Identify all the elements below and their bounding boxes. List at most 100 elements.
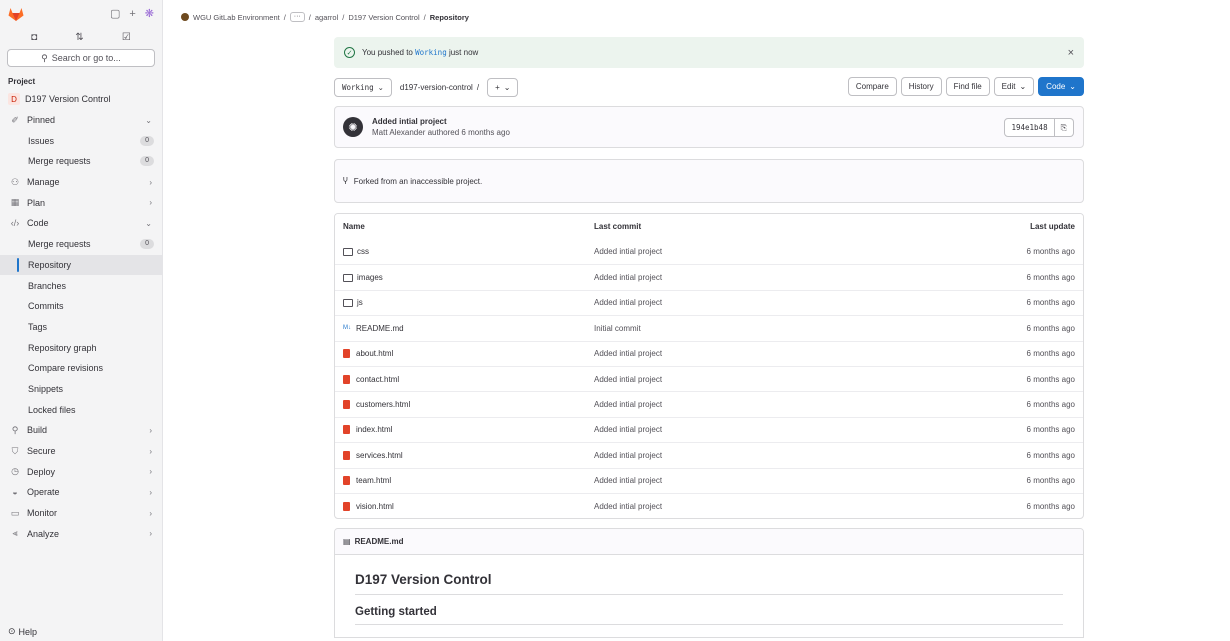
table-row[interactable]: services.html Added intial project 6 month… <box>335 442 1083 467</box>
table-row[interactable]: vision.html Added intial project 6 months … <box>335 492 1083 518</box>
sidebar-item-compare-revisions[interactable]: Compare revisions <box>0 358 162 379</box>
file-name[interactable]: services.html <box>356 451 403 460</box>
sidebar-item-issues[interactable]: Issues 0 <box>0 130 162 151</box>
compare-button[interactable]: Compare <box>847 77 897 96</box>
file-name[interactable]: README.md <box>356 324 404 333</box>
file-name-cell[interactable]: index.html <box>343 425 594 435</box>
alert-branch[interactable]: Working <box>415 48 447 57</box>
sidebar-item-deploy[interactable]: ◷ Deploy › <box>0 461 162 482</box>
file-name[interactable]: vision.html <box>356 502 394 511</box>
sidebar-item-operate[interactable]: ◒ Operate › <box>0 482 162 503</box>
table-row[interactable]: team.html Added intial project 6 months ag… <box>335 467 1083 493</box>
file-name-cell[interactable]: js <box>343 298 594 307</box>
last-commit-cell[interactable]: Added intial project <box>594 247 875 256</box>
table-row[interactable]: contact.html Added intial project 6 months… <box>335 365 1083 391</box>
merge-requests-icon[interactable]: ⇅ <box>75 32 83 43</box>
sidebar-project-link[interactable]: D D197 Version Control <box>0 89 162 110</box>
collapse-sidebar-icon[interactable]: ▢ <box>110 7 120 20</box>
table-row[interactable]: images Added intial project 6 months ago <box>335 264 1083 289</box>
file-name-cell[interactable]: about.html <box>343 349 594 359</box>
breadcrumb-project[interactable]: D197 Version Control <box>348 13 419 22</box>
file-name-cell[interactable]: M↓ README.md <box>343 324 594 333</box>
table-row[interactable]: css Added intial project 6 months ago <box>335 239 1083 264</box>
repo-path[interactable]: d197-version-control <box>400 83 473 92</box>
breadcrumb-user[interactable]: agarrol <box>315 13 338 22</box>
last-commit-cell[interactable]: Added intial project <box>594 375 875 384</box>
issues-icon[interactable]: ◘ <box>31 32 37 43</box>
sidebar-item-merge-requests-pinned[interactable]: Merge requests 0 <box>0 151 162 172</box>
gitlab-logo-icon[interactable] <box>8 7 24 21</box>
sidebar-item-snippets[interactable]: Snippets <box>0 379 162 400</box>
table-row[interactable]: M↓ README.md Initial commit 6 months ago <box>335 315 1083 340</box>
create-new-icon[interactable]: + <box>129 8 135 20</box>
find-file-button[interactable]: Find file <box>945 77 990 96</box>
last-commit-cell[interactable]: Added intial project <box>594 298 875 307</box>
copy-icon[interactable]: ⎘ <box>1054 118 1074 137</box>
pin-icon: ✐ <box>11 114 19 125</box>
help-button[interactable]: ⊙ Help <box>8 626 37 637</box>
last-commit-cell[interactable]: Added intial project <box>594 502 875 511</box>
table-row[interactable]: customers.html Added intial project 6 mont… <box>335 391 1083 416</box>
sidebar-item-monitor[interactable]: ▭ Monitor › <box>0 503 162 524</box>
edit-dropdown[interactable]: Edit ⌄ <box>993 77 1035 96</box>
sidebar-item-plan[interactable]: ▦ Plan › <box>0 192 162 213</box>
sidebar-item-tags[interactable]: Tags <box>0 317 162 338</box>
last-commit-cell[interactable]: Added intial project <box>594 349 875 358</box>
history-button[interactable]: History <box>900 77 942 96</box>
last-commit-cell[interactable]: Added intial project <box>594 425 875 434</box>
file-name[interactable]: images <box>357 273 383 282</box>
commit-sha[interactable]: 194e1b48 <box>1004 118 1055 137</box>
sidebar-item-locked-files[interactable]: Locked files <box>0 399 162 420</box>
readme-title: D197 Version Control <box>355 572 1063 596</box>
sidebar-item-merge-requests[interactable]: Merge requests 0 <box>0 234 162 255</box>
last-commit-cell[interactable]: Added intial project <box>594 400 875 409</box>
sidebar-item-secure[interactable]: ⛉ Secure › <box>0 441 162 462</box>
file-name-cell[interactable]: customers.html <box>343 400 594 410</box>
file-name[interactable]: css <box>357 247 369 256</box>
user-avatar-icon[interactable]: ❋ <box>145 7 154 20</box>
last-commit-cell[interactable]: Added intial project <box>594 476 875 485</box>
last-commit-cell[interactable]: Added intial project <box>594 451 875 460</box>
sidebar-item-repository-graph[interactable]: Repository graph <box>0 337 162 358</box>
search-button[interactable]: ⚲ Search or go to... <box>7 49 155 67</box>
breadcrumb-current[interactable]: Repository <box>430 13 469 22</box>
file-name-cell[interactable]: contact.html <box>343 374 594 384</box>
sidebar-item-analyze[interactable]: ⫷ Analyze › <box>0 523 162 544</box>
last-update-cell: 6 months ago <box>1026 298 1075 308</box>
todo-icon[interactable]: ☑ <box>122 32 131 43</box>
file-name[interactable]: contact.html <box>356 375 399 384</box>
author-avatar[interactable]: ✺ <box>343 117 363 137</box>
file-name-cell[interactable]: team.html <box>343 476 594 486</box>
last-commit-cell[interactable]: Initial commit <box>594 324 875 333</box>
sidebar-item-code[interactable]: ‹/› Code ⌄ <box>0 213 162 234</box>
file-name[interactable]: team.html <box>356 476 391 485</box>
breadcrumb-org[interactable]: WGU GitLab Environment <box>193 13 280 22</box>
commit-author[interactable]: Matt Alexander <box>372 128 425 137</box>
sidebar-item-pinned[interactable]: ✐ Pinned ⌄ <box>0 110 162 131</box>
file-name[interactable]: customers.html <box>356 400 410 409</box>
branch-selector[interactable]: Working ⌄ <box>334 77 392 97</box>
sidebar-item-build[interactable]: ⚲ Build › <box>0 420 162 441</box>
file-name[interactable]: js <box>357 298 363 307</box>
rocket-icon: ⚲ <box>11 424 19 435</box>
code-dropdown[interactable]: Code ⌄ <box>1038 77 1084 96</box>
sidebar-item-repository[interactable]: Repository <box>0 254 162 276</box>
file-name-cell[interactable]: vision.html <box>343 501 594 511</box>
file-name-cell[interactable]: css <box>343 247 594 256</box>
readme-filename[interactable]: README.md <box>355 537 404 546</box>
commit-title[interactable]: Added intial project <box>372 117 510 126</box>
file-name-cell[interactable]: services.html <box>343 450 594 460</box>
table-row[interactable]: js Added intial project 6 months ago <box>335 289 1083 315</box>
sidebar-item-commits[interactable]: Commits <box>0 296 162 317</box>
last-commit-cell[interactable]: Added intial project <box>594 273 875 282</box>
sidebar-item-manage[interactable]: ⚇ Manage › <box>0 172 162 193</box>
breadcrumb-ellipsis[interactable]: ··· <box>289 12 305 22</box>
sidebar-item-branches[interactable]: Branches <box>0 275 162 296</box>
file-name[interactable]: about.html <box>356 349 393 358</box>
table-row[interactable]: index.html Added intial project 6 months a… <box>335 416 1083 442</box>
file-name[interactable]: index.html <box>356 425 392 434</box>
close-icon[interactable]: × <box>1068 47 1074 59</box>
add-to-tree-button[interactable]: + ⌄ <box>487 77 519 97</box>
file-name-cell[interactable]: images <box>343 273 594 282</box>
table-row[interactable]: about.html Added intial project 6 months a… <box>335 340 1083 366</box>
